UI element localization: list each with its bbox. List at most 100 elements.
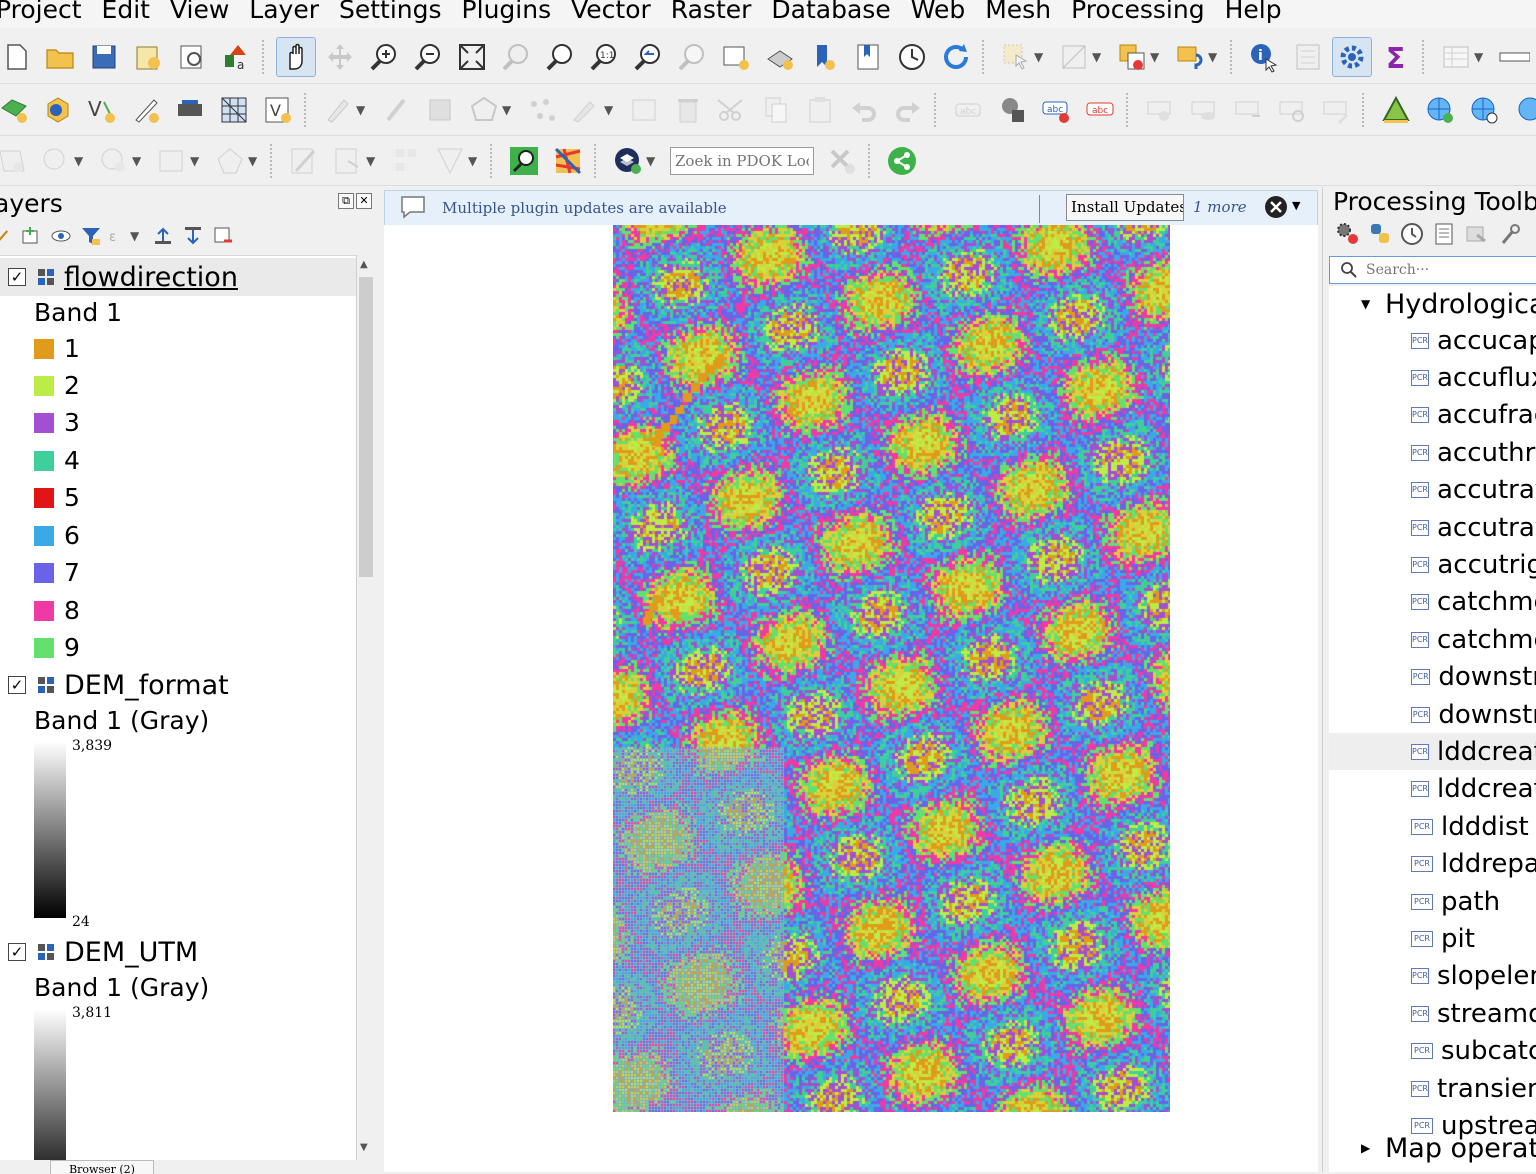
zoom-full-button[interactable]: [452, 37, 492, 77]
fill-ring-button[interactable]: [94, 141, 134, 181]
style-panel-button[interactable]: [0, 222, 16, 250]
more-messages-link[interactable]: 1 more: [1193, 198, 1247, 216]
algorithm-item[interactable]: PCR accutrig: [1329, 546, 1536, 583]
reshape-features-button[interactable]: [284, 141, 324, 181]
select-value-dropdown-icon[interactable]: ▼: [1208, 50, 1222, 64]
share-button[interactable]: [882, 141, 922, 181]
modify-dropdown-icon[interactable]: ▼: [604, 103, 618, 117]
delete-selected-button[interactable]: [668, 90, 708, 130]
pdok-services-plugin-button[interactable]: [608, 141, 648, 181]
algorithm-item[interactable]: PCR downstr: [1329, 659, 1536, 696]
toggle-processing-toolbox-button[interactable]: [1332, 36, 1372, 77]
measure-line-button[interactable]: [1494, 37, 1534, 77]
scroll-down-icon[interactable]: ▼: [360, 1142, 368, 1153]
algorithm-item[interactable]: PCR lddrepa: [1329, 846, 1536, 883]
edit-features-in-place-icon[interactable]: [1463, 221, 1489, 247]
save-project-button[interactable]: [84, 37, 124, 77]
attribute-table-dropdown-icon[interactable]: ▼: [1474, 50, 1488, 64]
algorithm-item[interactable]: PCR accucap: [1329, 322, 1536, 359]
new-3d-map-view-button[interactable]: [760, 37, 800, 77]
identify-features-button[interactable]: i: [1244, 37, 1284, 77]
zoom-in-button[interactable]: [364, 37, 404, 77]
select-location-dropdown-icon[interactable]: ▼: [1150, 50, 1164, 64]
new-project-button[interactable]: [0, 37, 36, 77]
pin-unpin-labels-button[interactable]: [1140, 90, 1180, 130]
show-hide-labels-button[interactable]: [1184, 90, 1224, 130]
layout-manager-button[interactable]: [172, 37, 212, 77]
algorithm-group-map-operations[interactable]: ▶ Map operati: [1329, 1130, 1536, 1166]
remove-layer-button[interactable]: [208, 222, 238, 250]
layer-visibility-checkbox[interactable]: ✓: [8, 676, 26, 694]
add-ring-button[interactable]: [0, 141, 32, 181]
algorithm-item[interactable]: PCR accutrav: [1329, 472, 1536, 509]
new-spatial-bookmark-button[interactable]: [804, 37, 844, 77]
pdok-locator-search-input[interactable]: [670, 146, 814, 175]
algorithm-item[interactable]: PCR accutrav: [1329, 509, 1536, 546]
algorithm-item[interactable]: PCR ldddist: [1329, 808, 1536, 845]
python-icon[interactable]: [1367, 221, 1393, 247]
fill-ring-dropdown-icon[interactable]: ▼: [132, 154, 146, 168]
algorithm-item[interactable]: PCR pit: [1329, 920, 1536, 957]
move-label-button[interactable]: [1228, 90, 1268, 130]
highlight-pinned-labels-button[interactable]: abc: [1036, 90, 1076, 130]
open-project-button[interactable]: [40, 37, 80, 77]
menu-raster[interactable]: Raster: [661, 0, 762, 24]
add-wfs-layer-button[interactable]: [1464, 90, 1504, 130]
algorithm-item[interactable]: PCR accuthre: [1329, 434, 1536, 471]
add-raster-layer-button[interactable]: [170, 90, 210, 130]
edits-dropdown-icon[interactable]: ▼: [356, 103, 370, 117]
history-icon[interactable]: [1399, 221, 1425, 247]
deselect-dropdown-icon[interactable]: ▼: [1092, 50, 1106, 64]
layer-visibility-checkbox[interactable]: ✓: [8, 268, 26, 286]
split-features-button[interactable]: [386, 141, 426, 181]
processing-search-box[interactable]: [1329, 256, 1536, 284]
algorithm-item[interactable]: PCR downstr: [1329, 696, 1536, 733]
select-dropdown-icon[interactable]: ▼: [1034, 50, 1048, 64]
style-manager-button[interactable]: a: [216, 37, 256, 77]
modify-attributes-button[interactable]: [566, 90, 606, 130]
close-panel-button[interactable]: ✕: [356, 193, 372, 209]
temporal-controller-button[interactable]: [892, 37, 932, 77]
zoom-last-button[interactable]: [628, 37, 668, 77]
pdok-services-dropdown-icon[interactable]: ▼: [646, 154, 660, 168]
menu-view[interactable]: View: [160, 0, 239, 24]
show-bookmarks-button[interactable]: [848, 37, 888, 77]
cut-features-button[interactable]: [712, 90, 752, 130]
filter-expression-dropdown-icon[interactable]: ▼: [130, 229, 144, 243]
algorithm-item[interactable]: PCR catchme: [1329, 584, 1536, 621]
float-panel-button[interactable]: ⧉: [338, 193, 354, 209]
new-map-view-button[interactable]: [716, 37, 756, 77]
edit-attribute-button[interactable]: [624, 90, 664, 130]
scrollbar-thumb[interactable]: [359, 277, 373, 577]
new-shapefile-layer-button[interactable]: V: [82, 90, 122, 130]
layer-diagram-options-button[interactable]: [992, 90, 1032, 130]
manage-map-themes-button[interactable]: [46, 222, 76, 250]
layer-row-flowdirection[interactable]: ✓ flowdirection: [0, 258, 356, 296]
layer-row-dem-utm[interactable]: ✓ DEM_UTM: [0, 933, 356, 971]
menu-help[interactable]: Help: [1215, 0, 1292, 24]
data-source-manager-button[interactable]: [0, 90, 34, 130]
open-field-calculator-button[interactable]: [1288, 37, 1328, 77]
open-attribute-table-button[interactable]: [1436, 37, 1476, 77]
offset-dropdown-icon[interactable]: ▼: [366, 154, 380, 168]
quick-map-services-button[interactable]: [548, 141, 588, 181]
pdok-clear-button[interactable]: [822, 141, 862, 181]
algorithm-item[interactable]: PCR accufrac: [1329, 397, 1536, 434]
collapse-all-button[interactable]: [178, 222, 208, 250]
algorithm-item[interactable]: PCR catchme: [1329, 621, 1536, 658]
algorithm-item[interactable]: PCR transien: [1329, 1070, 1536, 1107]
new-geopackage-layer-button[interactable]: [38, 90, 78, 130]
models-icon[interactable]: [1335, 221, 1361, 247]
new-print-layout-button[interactable]: [128, 37, 168, 77]
pdok-locator-search-button[interactable]: [504, 141, 544, 181]
delete-ring-dropdown-icon[interactable]: ▼: [190, 154, 204, 168]
offset-curve-button[interactable]: [328, 141, 368, 181]
delete-part-dropdown-icon[interactable]: ▼: [248, 154, 262, 168]
expand-arrow-icon[interactable]: ▶: [1361, 1141, 1377, 1155]
add-wcs-layer-button[interactable]: [1508, 90, 1536, 130]
add-part-dropdown-icon[interactable]: ▼: [74, 154, 88, 168]
zoom-to-selection-button[interactable]: [496, 37, 536, 77]
menu-plugins[interactable]: Plugins: [452, 0, 562, 24]
algorithm-item[interactable]: PCR lddcreat: [1329, 733, 1536, 771]
pan-to-selection-button[interactable]: [320, 37, 360, 77]
